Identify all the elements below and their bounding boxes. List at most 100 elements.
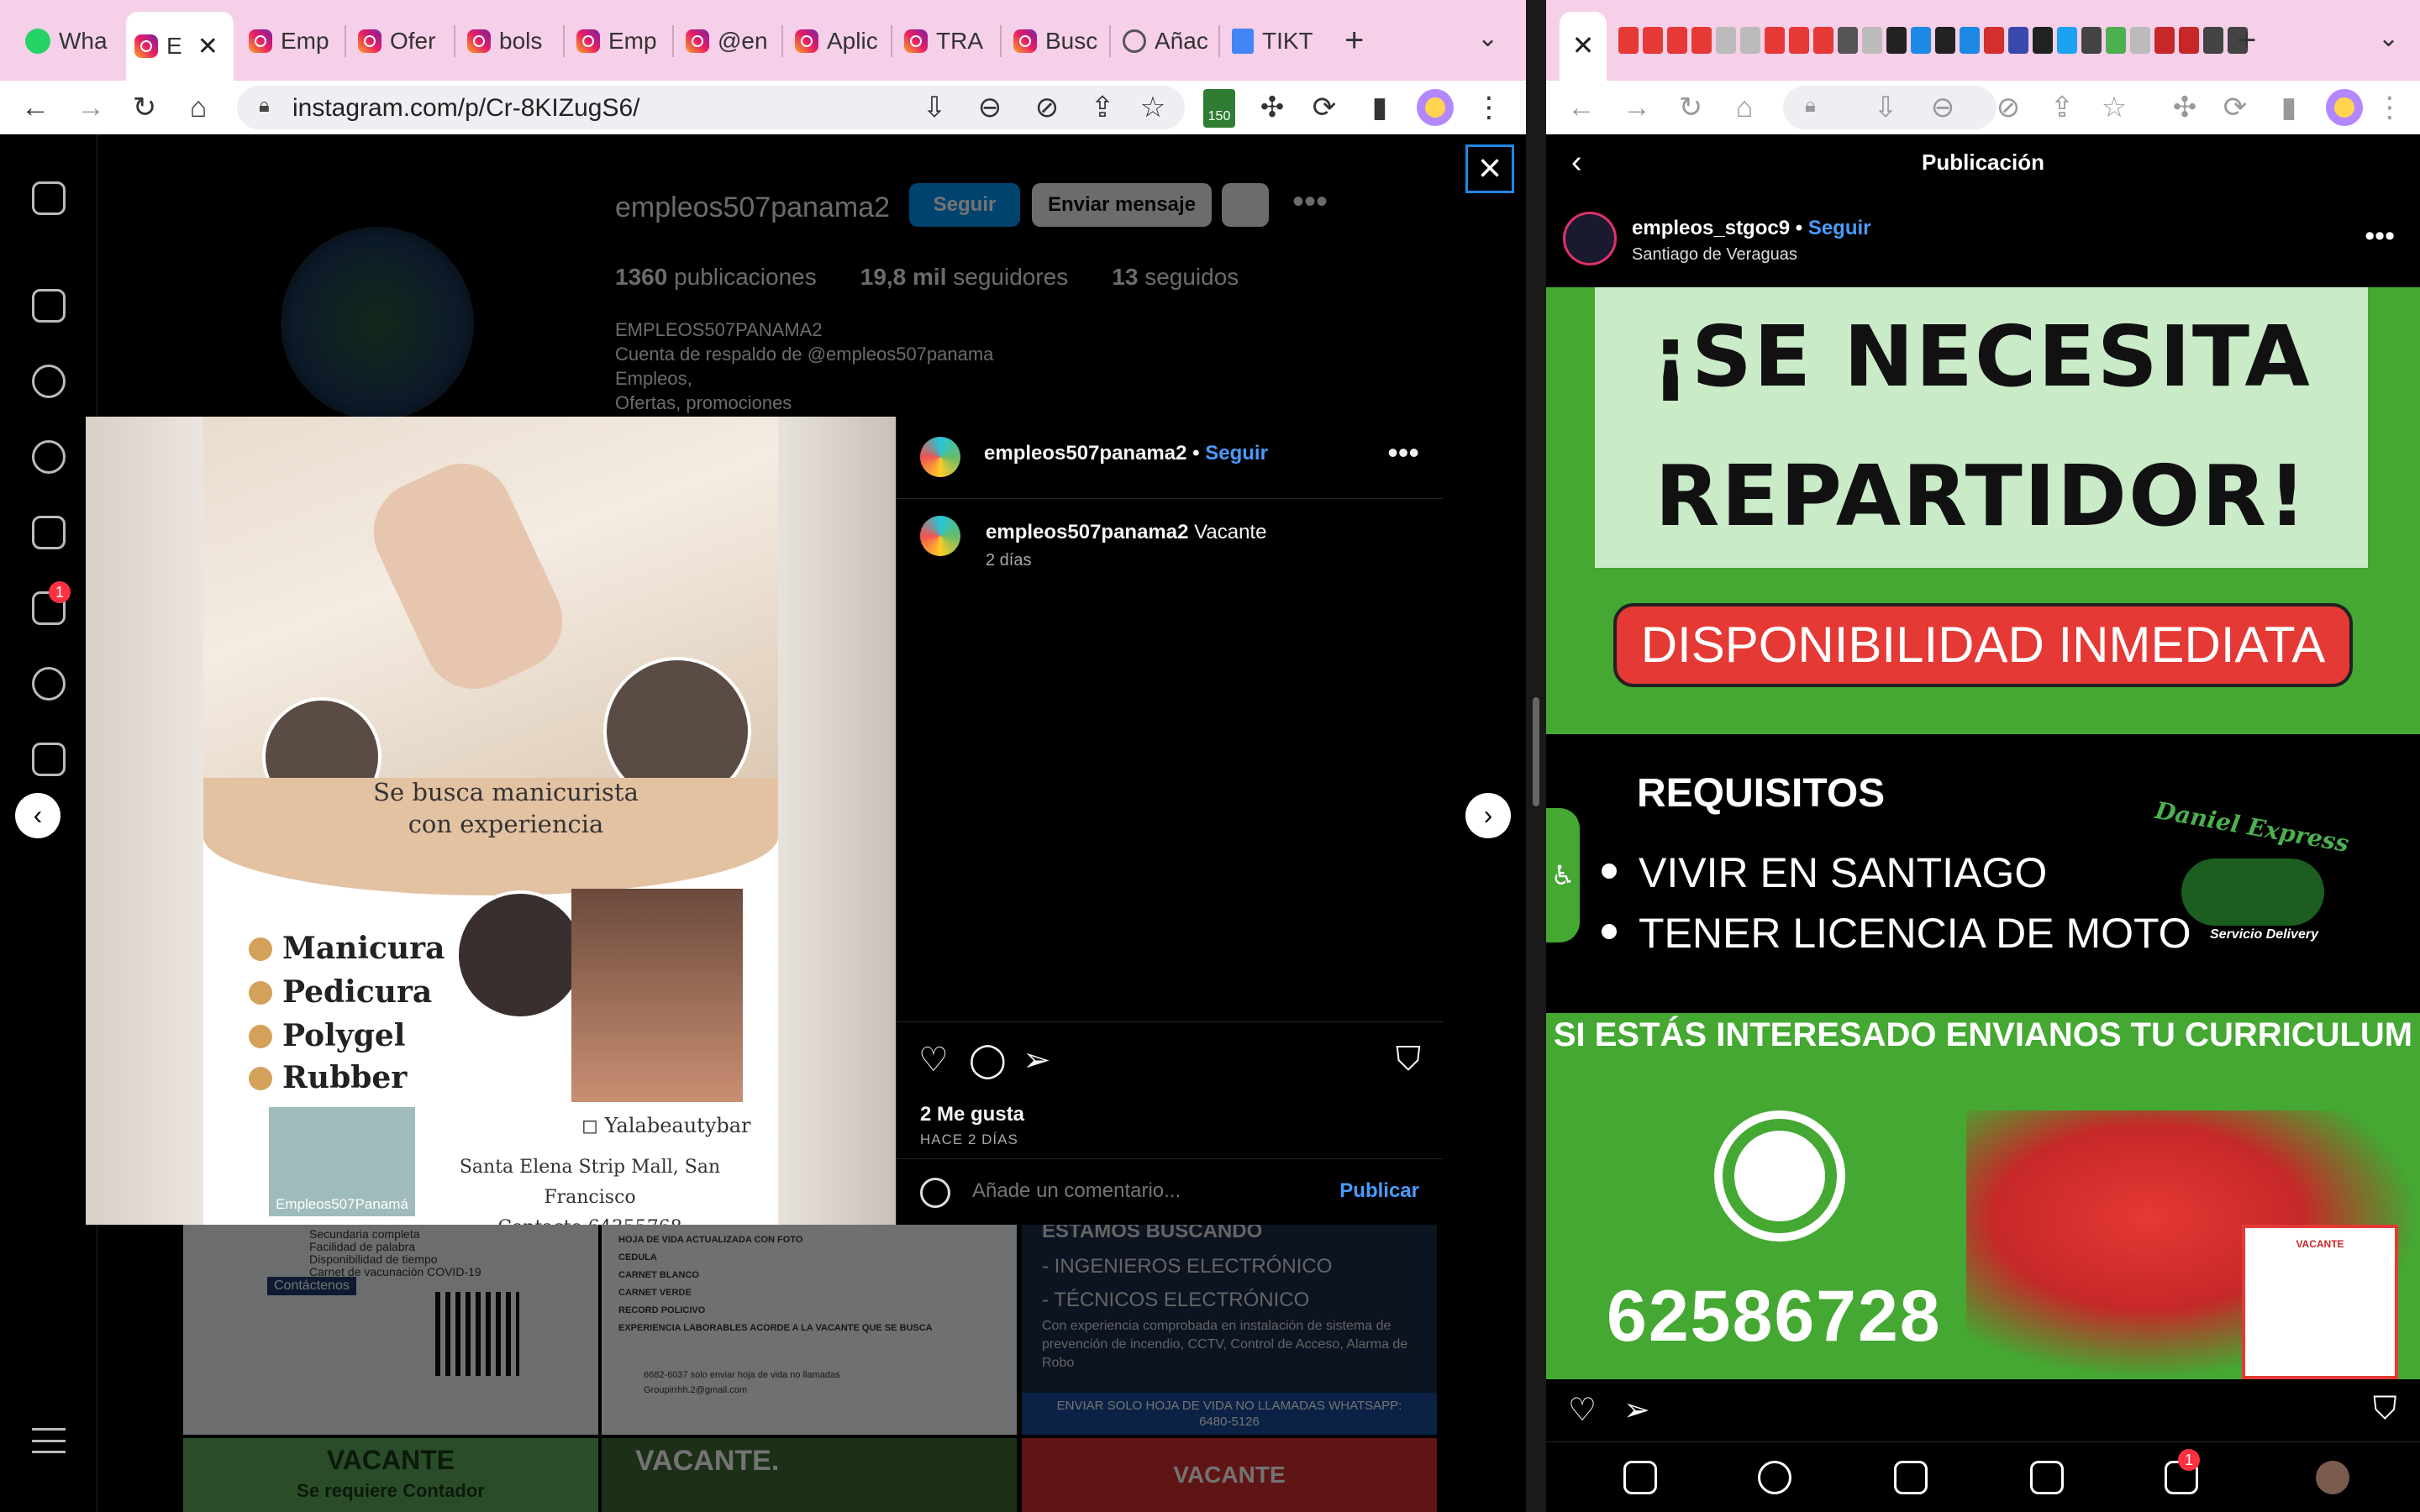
comment-input[interactable] [972,1179,1308,1203]
profile-avatar[interactable] [2316,1461,2349,1494]
post-options-icon[interactable]: ••• [2365,220,2395,253]
install-icon[interactable]: ⇩ [918,91,951,124]
extension-badge[interactable]: 150 [1203,89,1235,128]
reels-icon[interactable] [1894,1461,1928,1494]
pinned-tab[interactable] [1862,27,1882,54]
menu-icon[interactable]: ⋮ [2373,91,2407,124]
new-tab-button[interactable]: + [2237,22,2256,60]
stat-followers[interactable]: 19,8 mil seguidores [860,264,1069,291]
create-icon[interactable] [2030,1461,2064,1494]
pinned-tab[interactable] [1691,27,1712,54]
pinned-tab[interactable] [1667,27,1687,54]
explore-icon[interactable] [1758,1461,1791,1494]
sync-icon[interactable]: ⟳ [1307,91,1341,124]
tab-instagram[interactable]: Emp [240,12,341,71]
grid-post[interactable]: VACANTE. [602,1438,1017,1512]
home-icon[interactable] [1623,1461,1657,1494]
tab-whatsapp[interactable]: Wha [17,12,118,71]
grid-post[interactable]: VACANTE Se requiere Contador [183,1438,598,1512]
pinned-tab[interactable] [1960,27,1980,54]
install-icon[interactable]: ⇩ [1869,91,1902,124]
new-tab-button[interactable]: + [1344,22,1364,60]
sync-icon[interactable]: ⟳ [2218,91,2252,124]
tab-instagram[interactable]: bols [459,12,560,71]
pinned-tab[interactable] [1618,27,1639,54]
accessibility-icon[interactable]: ♿︎ [1546,808,1580,942]
tab-instagram[interactable]: Ofer [350,12,450,71]
profile-avatar[interactable] [1417,89,1454,126]
back-icon[interactable]: ← [1565,91,1598,124]
address-bar[interactable]: 🔒︎ instagram.com/p/Cr-8KIZugS6/ ⇩ ⊖ ⊘ ⇪ … [237,86,1185,129]
author-avatar[interactable] [1563,212,1617,265]
pinned-tab[interactable] [2081,27,2102,54]
pinned-tab[interactable] [1984,27,2004,54]
create-icon[interactable] [32,743,66,776]
grid-post[interactable]: Secundaria completa Facilidad de palabra D… [183,1225,598,1435]
tab-instagram[interactable]: TRA [896,12,997,71]
comment-icon[interactable]: ◯ [969,1041,1007,1079]
tab-instagram[interactable]: Emp [568,12,669,71]
menu-icon[interactable]: ⋮ [1472,91,1506,124]
pinned-tab[interactable] [1911,27,1931,54]
window-divider[interactable] [1526,0,1546,1512]
caption-avatar[interactable] [920,516,960,556]
reload-icon[interactable]: ↻ [128,91,161,124]
grid-post[interactable]: VACANTE [1022,1438,1437,1512]
tab-search-button[interactable]: ⌄ [1477,24,1498,53]
like-icon[interactable]: ♡ [1568,1391,1597,1429]
save-icon[interactable]: ⛉ [2373,1391,2397,1427]
next-post-thumbnail[interactable]: VACANTE [2242,1225,2398,1379]
stat-following[interactable]: 13 seguidos [1112,264,1239,291]
pinned-tab[interactable] [2057,27,2077,54]
post-location[interactable]: Santiago de Veraguas [1632,245,1797,265]
more-menu-icon[interactable] [32,1428,66,1453]
send-message-button[interactable]: Enviar mensaje [1032,183,1212,227]
eye-off-icon[interactable]: ⊘ [1030,91,1064,124]
tab-target[interactable]: Añac [1114,12,1215,71]
author-username[interactable]: empleos507panama2 • Seguir [984,442,1268,465]
grid-post[interactable]: HOJA DE VIDA ACTUALIZADA CON FOTO CEDULA C… [602,1225,1017,1435]
zoom-icon[interactable]: ⊖ [1926,91,1960,124]
reload-icon[interactable]: ↻ [1674,91,1707,124]
pinned-tab[interactable] [1716,27,1736,54]
tab-instagram-active[interactable]: E ✕ [126,12,234,81]
heart-icon[interactable] [32,667,66,701]
follow-link[interactable]: Seguir [1808,217,1871,239]
publish-button[interactable]: Publicar [1339,1179,1419,1203]
bookmark-star-icon[interactable]: ☆ [1136,91,1170,124]
save-icon[interactable]: ⛉ [1396,1041,1421,1079]
close-tab-icon[interactable]: ✕ [197,32,218,61]
zoom-icon[interactable]: ⊖ [973,91,1007,124]
sidepanel-icon[interactable]: ▮ [2272,91,2306,124]
like-icon[interactable]: ♡ [918,1041,949,1079]
pinned-tab[interactable] [2033,27,2053,54]
instagram-logo-icon[interactable] [32,181,66,215]
pinned-tab[interactable] [1643,27,1663,54]
author-avatar[interactable] [920,437,960,477]
grid-post[interactable]: ESTAMOS BUSCANDO - INGENIEROS ELECTRÓNIC… [1022,1225,1437,1435]
next-post-button[interactable]: › [1465,793,1511,838]
pinned-tab[interactable] [1740,27,1760,54]
profile-avatar[interactable] [2326,89,2363,126]
tab-search-button[interactable]: ⌄ [2378,24,2399,53]
previous-post-button[interactable]: ‹ [15,793,60,838]
close-modal-button[interactable]: × [1465,144,1514,193]
post-options-icon[interactable]: ••• [1387,435,1419,470]
tab-instagram[interactable]: @en [677,12,778,71]
pinned-tab[interactable] [1765,27,1785,54]
sidepanel-icon[interactable]: ▮ [1363,91,1397,124]
pinned-tab[interactable] [1789,27,1809,54]
tab-docs[interactable]: TIKT [1223,12,1324,71]
pinned-tab[interactable] [2008,27,2028,54]
forward-icon[interactable]: → [1620,91,1654,124]
pinned-tab[interactable] [1935,27,1955,54]
tab-instagram[interactable]: Busc [1005,12,1106,71]
close-tab-icon[interactable]: ✕ [1560,12,1607,81]
pinned-tab[interactable] [2203,27,2223,54]
follow-link[interactable]: Seguir [1205,442,1268,465]
share-icon[interactable]: ➢ [1023,1041,1051,1079]
pinned-tab[interactable] [2179,27,2199,54]
tab-instagram[interactable]: Aplic [786,12,887,71]
search-icon[interactable] [32,365,66,398]
likes-count[interactable]: 2 Me gusta [920,1103,1024,1126]
